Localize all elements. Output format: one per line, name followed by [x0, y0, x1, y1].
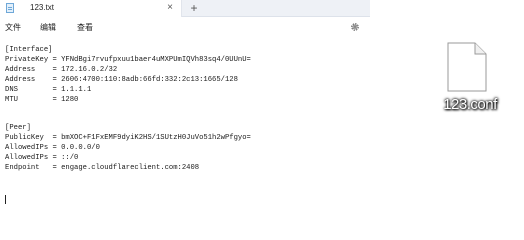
- new-tab-button[interactable]: +: [188, 0, 200, 16]
- menu-view[interactable]: 查看: [77, 22, 93, 33]
- editor-line: [Peer]: [5, 124, 31, 132]
- editor-line: Endpoint = engage.cloudflareclient.com:2…: [5, 164, 200, 172]
- file-name-label: 123.conf: [443, 96, 497, 113]
- settings-gear-icon[interactable]: [350, 22, 360, 32]
- editor-line: Address = 172.16.0.2/32: [5, 66, 118, 74]
- notepad-icon: [6, 3, 14, 13]
- menu-bar: 文件 编辑 查看: [0, 17, 370, 37]
- editor-line: DNS = 1.1.1.1: [5, 86, 92, 94]
- desktop-file-123-conf[interactable]: 123.conf: [420, 42, 520, 132]
- tab-close-button[interactable]: ×: [164, 1, 176, 15]
- editor-line: AllowedIPs = ::/0: [5, 154, 79, 162]
- file-icon: [447, 42, 487, 92]
- editor-line: PublicKey = bmXOC+F1FxEMF9dyiK2HS/1SUtzH…: [5, 134, 251, 142]
- editor-line: PrivateKey = YFNdBgi7rvufpxuu1baer4uMXPU…: [5, 56, 251, 64]
- menu-edit[interactable]: 编辑: [40, 22, 56, 33]
- title-bar: 123.txt × +: [0, 0, 370, 17]
- editor-line: MTU = 1280: [5, 96, 79, 104]
- editor-line: [Interface]: [5, 46, 53, 54]
- tab-123-txt[interactable]: 123.txt ×: [0, 0, 182, 17]
- editor-line: Address = 2606:4700:110:8adb:66fd:332:2c…: [5, 76, 238, 84]
- editor-line: AllowedIPs = 0.0.0.0/0: [5, 144, 100, 152]
- text-editor[interactable]: [Interface] PrivateKey = YFNdBgi7rvufpxu…: [0, 38, 370, 210]
- menu-file[interactable]: 文件: [5, 22, 21, 33]
- text-cursor: [5, 195, 6, 204]
- tab-title: 123.txt: [30, 3, 55, 12]
- notepad-window: 123.txt × + 文件 编辑 查看 [Interface] Private…: [0, 0, 370, 210]
